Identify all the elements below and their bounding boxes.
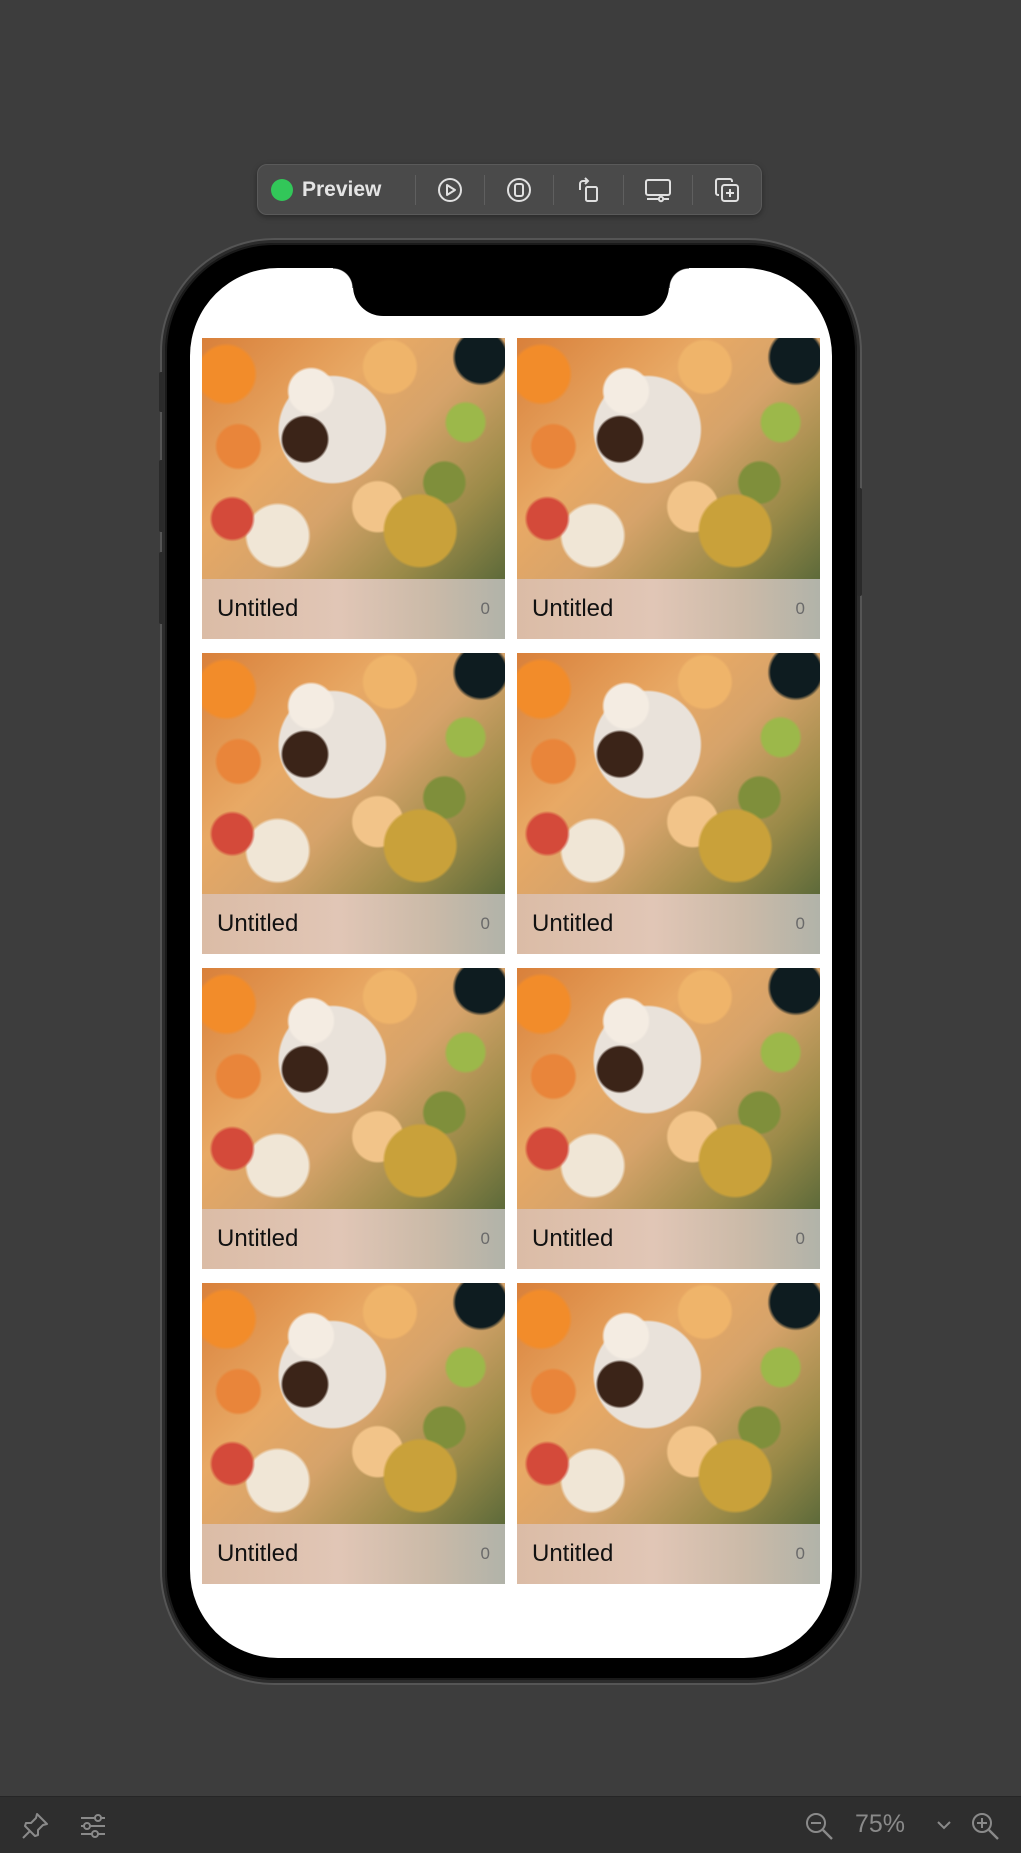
card-count: 0 [795, 599, 805, 618]
photo-card[interactable]: Untitled 0 [517, 968, 820, 1269]
card-count: 0 [480, 1544, 490, 1563]
photo-card[interactable]: Untitled 0 [202, 653, 505, 954]
device-side-button [857, 488, 862, 596]
canvas-bottom-bar: 75% [0, 1796, 1021, 1853]
pin-icon[interactable] [20, 1811, 50, 1841]
preview-label: Preview [302, 177, 382, 201]
device-notch [333, 268, 689, 316]
device-side-button [159, 460, 164, 532]
card-count: 0 [480, 914, 490, 933]
card-thumbnail [202, 968, 505, 1209]
play-icon [438, 177, 463, 202]
photo-card[interactable]: Untitled 0 [202, 1283, 505, 1584]
zoom-out-icon[interactable] [804, 1811, 834, 1841]
card-thumbnail [517, 338, 820, 579]
chevron-down-icon[interactable] [934, 1815, 954, 1835]
photo-card[interactable]: Untitled 0 [517, 1283, 820, 1584]
photo-card[interactable]: Untitled 0 [517, 338, 820, 639]
photo-card[interactable]: Untitled 0 [202, 968, 505, 1269]
device-side-button [159, 372, 164, 412]
duplicate-icon [714, 177, 739, 202]
device-settings-button[interactable] [624, 165, 692, 214]
card-title: Untitled [217, 910, 299, 937]
device-side-button [159, 552, 164, 624]
card-footer: Untitled 0 [202, 1524, 505, 1584]
selectable-mode-button[interactable] [485, 165, 553, 214]
card-title: Untitled [532, 1540, 614, 1567]
live-preview-toggle[interactable]: Preview [258, 165, 415, 214]
duplicate-preview-button[interactable] [693, 165, 761, 214]
card-count: 0 [480, 599, 490, 618]
card-footer: Untitled 0 [517, 1209, 820, 1269]
card-footer: Untitled 0 [517, 894, 820, 954]
card-count: 0 [795, 1544, 805, 1563]
live-indicator-icon [271, 178, 293, 201]
photo-card[interactable]: Untitled 0 [517, 653, 820, 954]
card-footer: Untitled 0 [517, 579, 820, 639]
card-thumbnail [517, 968, 820, 1209]
zoom-in-icon[interactable] [970, 1811, 1000, 1841]
card-title: Untitled [217, 1540, 299, 1567]
device-icon [507, 177, 532, 202]
card-title: Untitled [532, 1225, 614, 1252]
card-footer: Untitled 0 [202, 1209, 505, 1269]
card-count: 0 [795, 914, 805, 933]
card-count: 0 [480, 1229, 490, 1248]
card-thumbnail [517, 1283, 820, 1524]
card-footer: Untitled 0 [202, 579, 505, 639]
card-thumbnail [202, 1283, 505, 1524]
card-grid: Untitled 0 Untitled 0 Untitled 0 Untitled 0 Unti… [202, 338, 820, 1584]
photo-card[interactable]: Untitled 0 [202, 338, 505, 639]
card-footer: Untitled 0 [202, 894, 505, 954]
card-title: Untitled [217, 595, 299, 622]
zoom-level[interactable]: 75% [855, 1810, 905, 1839]
card-thumbnail [202, 653, 505, 894]
card-title: Untitled [532, 595, 614, 622]
preview-toolbar: Preview [257, 164, 762, 215]
live-mode-button[interactable] [416, 165, 484, 214]
device-screen: Untitled 0 Untitled 0 Untitled 0 Untitled 0 Unti… [190, 268, 832, 1658]
rotate-icon [578, 176, 598, 202]
card-thumbnail [517, 653, 820, 894]
adjustments-icon[interactable] [78, 1811, 108, 1841]
card-title: Untitled [532, 910, 614, 937]
card-thumbnail [202, 338, 505, 579]
card-count: 0 [795, 1229, 805, 1248]
display-settings-icon [644, 178, 671, 202]
card-title: Untitled [217, 1225, 299, 1252]
card-footer: Untitled 0 [517, 1524, 820, 1584]
rotate-button[interactable] [554, 165, 622, 214]
